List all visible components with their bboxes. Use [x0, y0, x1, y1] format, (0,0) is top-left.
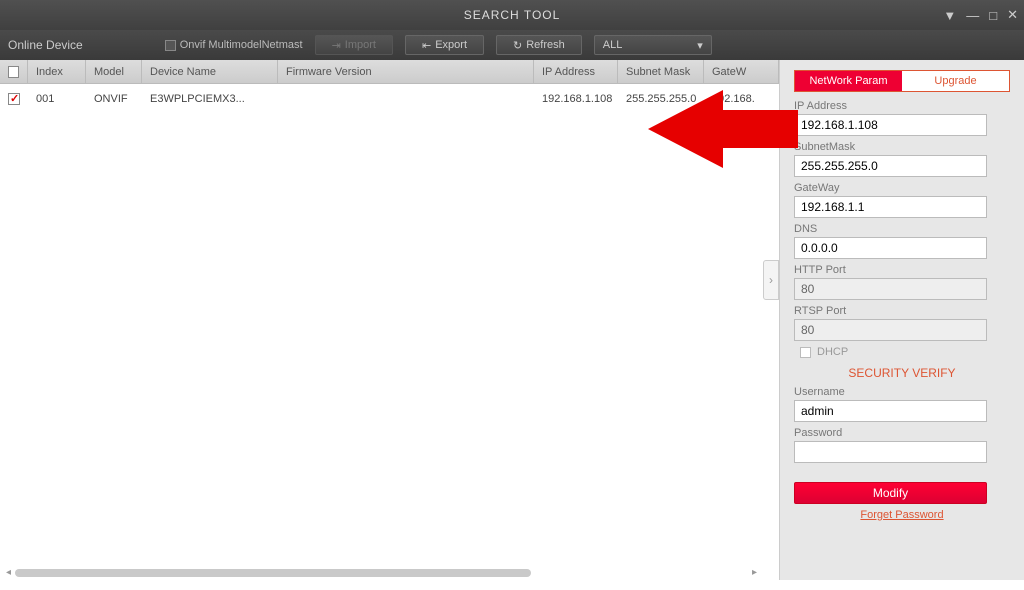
field-subnet: SubnetMask	[794, 141, 1010, 177]
maximize-icon[interactable]: □	[989, 8, 997, 23]
field-http-port: HTTP Port	[794, 264, 1010, 300]
header-device-name[interactable]: Device Name	[142, 60, 278, 83]
refresh-icon: ↻	[513, 39, 522, 52]
username-input[interactable]	[794, 400, 987, 422]
onvif-checkbox[interactable]: Onvif MultimodelNetmast	[165, 39, 303, 51]
header-check[interactable]	[0, 60, 28, 83]
password-label: Password	[794, 427, 1010, 439]
username-label: Username	[794, 386, 1010, 398]
filter-dropdown[interactable]: ALL ▾	[594, 35, 712, 55]
gateway-label: GateWay	[794, 182, 1010, 194]
title-bar: SEARCH TOOL ▼ — □ ✕	[0, 0, 1024, 30]
row-gateway: 192.168.	[704, 84, 779, 114]
subnet-label: SubnetMask	[794, 141, 1010, 153]
field-gateway: GateWay	[794, 182, 1010, 218]
horizontal-scrollbar[interactable]: ◂ ▸	[4, 568, 759, 576]
content-area: Index Model Device Name Firmware Version…	[0, 60, 1024, 580]
tabs: NetWork Param Upgrade	[794, 70, 1010, 92]
header-model[interactable]: Model	[86, 60, 142, 83]
row-model: ONVIF	[86, 84, 142, 114]
checkbox-icon	[8, 66, 19, 78]
row-index: 001	[28, 84, 86, 114]
export-button[interactable]: ⇤ Export	[405, 35, 484, 55]
gateway-input[interactable]	[794, 196, 987, 218]
dns-label: DNS	[794, 223, 1010, 235]
table-row[interactable]: 001 ONVIF E3WPLPCIEMX3... 192.168.1.108 …	[0, 84, 779, 114]
minimize-icon[interactable]: —	[966, 8, 979, 23]
refresh-button[interactable]: ↻ Refresh	[496, 35, 582, 55]
tab-upgrade[interactable]: Upgrade	[902, 71, 1009, 91]
window-title: SEARCH TOOL	[464, 8, 561, 22]
row-ip: 192.168.1.108	[534, 84, 618, 114]
scroll-thumb[interactable]	[15, 569, 531, 577]
device-table-panel: Index Model Device Name Firmware Version…	[0, 60, 779, 580]
properties-panel: NetWork Param Upgrade IP Address SubnetM…	[779, 60, 1024, 580]
row-check[interactable]	[0, 84, 28, 114]
export-icon: ⇤	[422, 39, 431, 52]
tab-network-param[interactable]: NetWork Param	[795, 71, 902, 91]
dropdown-icon[interactable]: ▼	[943, 8, 956, 23]
refresh-label: Refresh	[526, 39, 565, 51]
chevron-down-icon: ▾	[697, 39, 703, 52]
row-firmware	[278, 84, 534, 114]
dhcp-label: DHCP	[817, 346, 848, 358]
import-label: Import	[345, 39, 376, 51]
security-header: SECURITY VERIFY	[794, 366, 1010, 380]
checkbox-checked-icon	[8, 93, 20, 105]
password-input[interactable]	[794, 441, 987, 463]
field-dns: DNS	[794, 223, 1010, 259]
filter-value: ALL	[603, 39, 623, 51]
dns-input[interactable]	[794, 237, 987, 259]
import-icon: ⇥	[332, 39, 341, 52]
scroll-right-icon[interactable]: ▸	[752, 567, 757, 578]
checkbox-icon	[165, 40, 176, 51]
export-label: Export	[435, 39, 467, 51]
modify-button[interactable]: Modify	[794, 482, 987, 504]
rtsp-input[interactable]	[794, 319, 987, 341]
scroll-left-icon[interactable]: ◂	[6, 567, 11, 578]
header-subnet[interactable]: Subnet Mask	[618, 60, 704, 83]
checkbox-icon	[800, 347, 811, 358]
ip-label: IP Address	[794, 100, 1010, 112]
header-firmware[interactable]: Firmware Version	[278, 60, 534, 83]
onvif-label: Onvif MultimodelNetmast	[180, 39, 303, 51]
field-rtsp-port: RTSP Port	[794, 305, 1010, 341]
online-device-label: Online Device	[8, 38, 83, 52]
chevron-right-icon: ›	[769, 273, 773, 287]
http-label: HTTP Port	[794, 264, 1010, 276]
field-password: Password	[794, 427, 1010, 463]
row-subnet: 255.255.255.0	[618, 84, 704, 114]
rtsp-label: RTSP Port	[794, 305, 1010, 317]
window-controls: ▼ — □ ✕	[943, 7, 1018, 23]
import-button[interactable]: ⇥ Import	[315, 35, 393, 55]
ip-input[interactable]	[794, 114, 987, 136]
header-index[interactable]: Index	[28, 60, 86, 83]
collapse-handle[interactable]: ›	[763, 260, 779, 300]
subnet-input[interactable]	[794, 155, 987, 177]
field-username: Username	[794, 386, 1010, 422]
table-header: Index Model Device Name Firmware Version…	[0, 60, 779, 84]
field-ip-address: IP Address	[794, 100, 1010, 136]
row-device-name: E3WPLPCIEMX3...	[142, 84, 278, 114]
header-gateway[interactable]: GateW	[704, 60, 779, 83]
scroll-track[interactable]	[13, 569, 750, 575]
header-ip[interactable]: IP Address	[534, 60, 618, 83]
http-input[interactable]	[794, 278, 987, 300]
close-icon[interactable]: ✕	[1007, 7, 1018, 23]
dhcp-checkbox[interactable]: DHCP	[800, 346, 1004, 358]
forget-password-link[interactable]: Forget Password	[794, 509, 1010, 521]
toolbar: Online Device Onvif MultimodelNetmast ⇥ …	[0, 30, 1024, 60]
